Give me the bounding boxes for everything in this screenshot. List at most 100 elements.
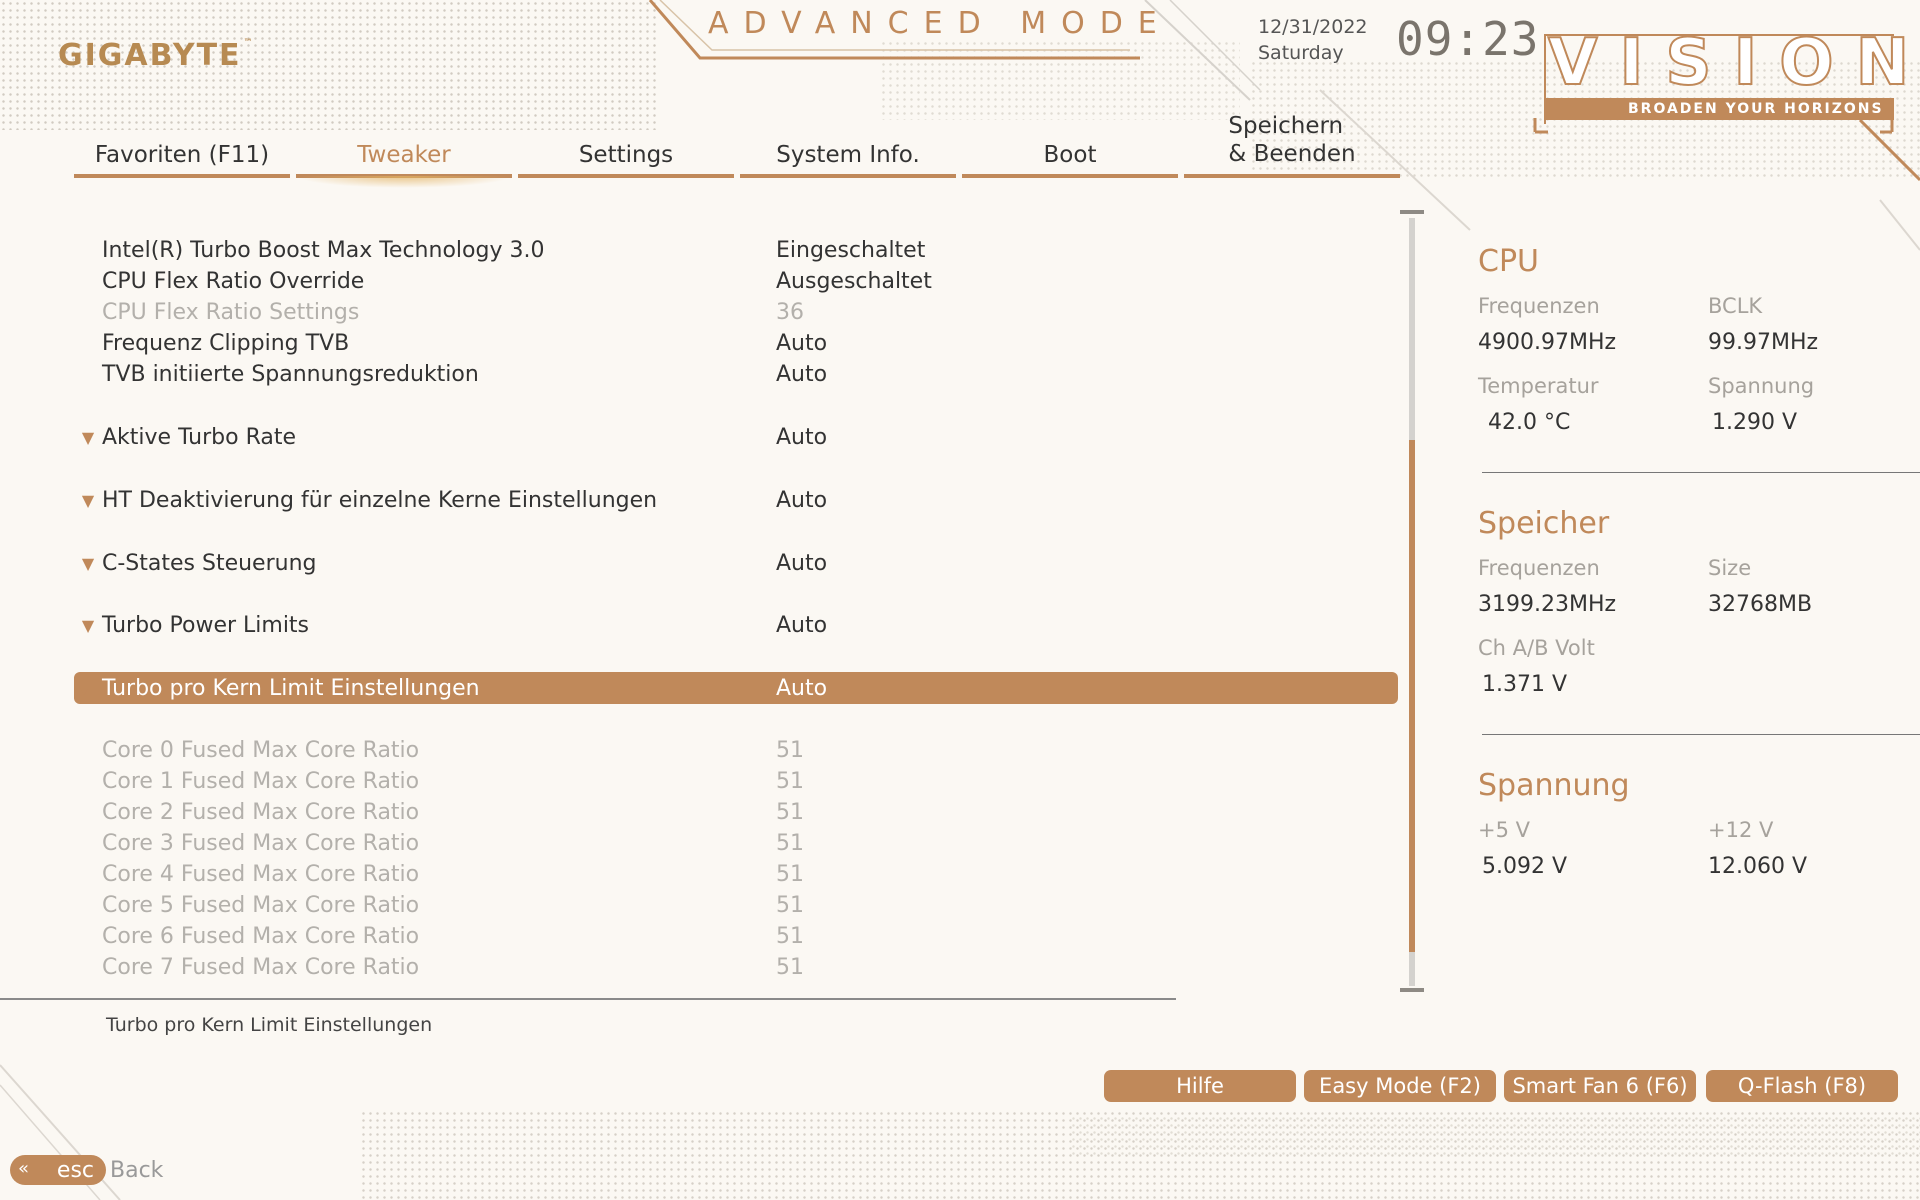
tab-system-info[interactable]: System Info. <box>740 110 956 178</box>
tab-label: Tweaker <box>357 142 451 168</box>
tab-tweaker[interactable]: Tweaker <box>296 110 512 188</box>
setting-row-turbo-boost-max[interactable]: Intel(R) Turbo Boost Max Technology 3.0 … <box>74 234 1398 266</box>
date-text: 12/31/2022 <box>1258 16 1368 38</box>
setting-label: Intel(R) Turbo Boost Max Technology 3.0 <box>102 237 545 263</box>
setting-value[interactable]: Auto <box>776 551 827 576</box>
setting-row-ht-disable-per-core[interactable]: ▼ HT Deaktivierung für einzelne Kerne Ei… <box>74 484 1398 516</box>
tab-label: Favoriten (F11) <box>94 142 270 168</box>
tab-save-exit[interactable]: Speichern & Beenden <box>1184 110 1400 178</box>
expand-triangle-icon: ▼ <box>81 427 95 447</box>
easy-mode-button[interactable]: Easy Mode (F2) <box>1304 1070 1496 1102</box>
setting-row-core-ratio: Core 0 Fused Max Core Ratio 51 <box>74 734 1398 766</box>
setting-row-flex-ratio-override[interactable]: CPU Flex Ratio Override Ausgeschaltet <box>74 265 1398 297</box>
setting-row-core-ratio: Core 5 Fused Max Core Ratio 51 <box>74 889 1398 921</box>
esc-key-label: esc <box>56 1157 94 1183</box>
setting-label: Core 6 Fused Max Core Ratio <box>102 923 420 949</box>
setting-value: 51 <box>776 799 804 825</box>
setting-row-active-turbo-ratio[interactable]: ▼ Aktive Turbo Rate Auto <box>74 421 1398 453</box>
tab-boot[interactable]: Boot <box>962 110 1178 178</box>
cpu-temp-label: Temperatur <box>1478 374 1599 398</box>
setting-row-turbo-power-limits[interactable]: ▼ Turbo Power Limits Auto <box>74 609 1398 641</box>
tab-label-line1: Speichern <box>1228 113 1344 139</box>
setting-label: CPU Flex Ratio Settings <box>102 299 360 325</box>
help-button[interactable]: Hilfe <box>1104 1070 1296 1102</box>
expand-triangle-icon: ▼ <box>81 553 95 573</box>
setting-value[interactable]: Eingeschaltet <box>776 238 925 263</box>
help-separator <box>0 998 1176 1000</box>
setting-label: Aktive Turbo Rate <box>102 424 297 450</box>
setting-value[interactable]: Auto <box>776 488 827 513</box>
setting-label: HT Deaktivierung für einzelne Kerne Eins… <box>102 487 658 513</box>
setting-row-core-ratio: Core 7 Fused Max Core Ratio 51 <box>74 951 1398 983</box>
back-label[interactable]: Back <box>110 1158 163 1183</box>
tab-label: Boot <box>1043 142 1097 168</box>
panel-separator <box>1482 472 1920 473</box>
weekday-text: Saturday <box>1258 42 1344 64</box>
smart-fan-button[interactable]: Smart Fan 6 (F6) <box>1504 1070 1696 1102</box>
memory-chvolt-value: 1.371 V <box>1482 672 1568 697</box>
memory-chvolt-label: Ch A/B Volt <box>1478 636 1595 660</box>
setting-value[interactable]: Auto <box>776 425 827 450</box>
tab-label: System Info. <box>776 142 920 168</box>
setting-value[interactable]: Auto <box>776 331 827 356</box>
setting-value[interactable]: Auto <box>776 362 827 387</box>
setting-label: C-States Steuerung <box>102 550 317 576</box>
memory-freq-label: Frequenzen <box>1478 556 1600 580</box>
cpu-freq-value: 4900.97MHz <box>1478 330 1617 355</box>
setting-value[interactable]: Auto <box>776 676 827 701</box>
cpu-freq-label: Frequenzen <box>1478 294 1600 318</box>
voltage-12v-label: +12 V <box>1708 818 1774 842</box>
cpu-voltage-value: 1.290 V <box>1712 410 1798 435</box>
memory-freq-value: 3199.23MHz <box>1478 592 1617 617</box>
setting-label: Core 3 Fused Max Core Ratio <box>102 830 420 856</box>
voltage-5v-value: 5.092 V <box>1482 854 1568 879</box>
vision-brand-logo: VISION <box>1547 25 1920 101</box>
scrollbar-bottom-cap <box>1400 988 1424 992</box>
setting-value: 51 <box>776 737 804 763</box>
setting-label: CPU Flex Ratio Override <box>102 268 365 294</box>
setting-row-core-ratio: Core 6 Fused Max Core Ratio 51 <box>74 920 1398 952</box>
memory-size-label: Size <box>1708 556 1752 580</box>
setting-row-frequency-clipping-tvb[interactable]: Frequenz Clipping TVB Auto <box>74 327 1398 359</box>
cpu-temp-value: 42.0 °C <box>1488 410 1571 435</box>
setting-row-turbo-per-core-limit[interactable]: ▼ Turbo pro Kern Limit Einstellungen Aut… <box>74 672 1398 704</box>
setting-row-core-ratio: Core 1 Fused Max Core Ratio 51 <box>74 765 1398 797</box>
setting-label: Core 2 Fused Max Core Ratio <box>102 799 420 825</box>
setting-label: Core 5 Fused Max Core Ratio <box>102 892 420 918</box>
mode-title: ADVANCED MODE <box>708 6 1172 41</box>
setting-label: Frequenz Clipping TVB <box>102 330 350 356</box>
tab-label-line2: & Beenden <box>1228 141 1356 167</box>
setting-row-core-ratio: Core 2 Fused Max Core Ratio 51 <box>74 796 1398 828</box>
setting-label: Turbo pro Kern Limit Einstellungen <box>102 675 480 701</box>
qflash-button[interactable]: Q-Flash (F8) <box>1706 1070 1898 1102</box>
setting-value: 51 <box>776 861 804 887</box>
help-description: Turbo pro Kern Limit Einstellungen <box>106 1014 433 1036</box>
scrollbar-top-cap <box>1400 210 1424 214</box>
setting-label: Turbo Power Limits <box>102 612 310 638</box>
tab-settings[interactable]: Settings <box>518 110 734 178</box>
setting-value[interactable]: Ausgeschaltet <box>776 269 932 294</box>
memory-section-title: Speicher <box>1478 506 1610 541</box>
setting-value[interactable]: Auto <box>776 613 827 638</box>
tab-favoriten[interactable]: Favoriten (F11) <box>74 110 290 178</box>
expand-triangle-icon: ▼ <box>81 615 95 635</box>
setting-label: Core 4 Fused Max Core Ratio <box>102 861 420 887</box>
setting-value: 51 <box>776 830 804 856</box>
panel-separator <box>1482 734 1920 735</box>
brand-tagline: BROADEN YOUR HORIZONS <box>1628 101 1884 117</box>
main-tab-bar: Favoriten (F11) Tweaker Settings System … <box>74 110 1406 188</box>
clock-display: 09:23 <box>1396 12 1540 66</box>
scrollbar-thumb[interactable] <box>1409 440 1415 952</box>
setting-value: 51 <box>776 954 804 980</box>
setting-label: Core 7 Fused Max Core Ratio <box>102 954 420 980</box>
setting-row-core-ratio: Core 4 Fused Max Core Ratio 51 <box>74 858 1398 890</box>
memory-size-value: 32768MB <box>1708 592 1813 617</box>
setting-row-flex-ratio-settings: CPU Flex Ratio Settings 36 <box>74 296 1398 328</box>
setting-row-tvb-voltage-reduction[interactable]: TVB initiierte Spannungsreduktion Auto <box>74 358 1398 390</box>
setting-row-c-states-control[interactable]: ▼ C-States Steuerung Auto <box>74 547 1398 579</box>
setting-label: TVB initiierte Spannungsreduktion <box>102 361 479 387</box>
cpu-bclk-label: BCLK <box>1708 294 1763 318</box>
voltage-12v-value: 12.060 V <box>1708 854 1808 879</box>
expand-triangle-icon: ▼ <box>81 490 95 510</box>
setting-label: Core 0 Fused Max Core Ratio <box>102 737 420 763</box>
